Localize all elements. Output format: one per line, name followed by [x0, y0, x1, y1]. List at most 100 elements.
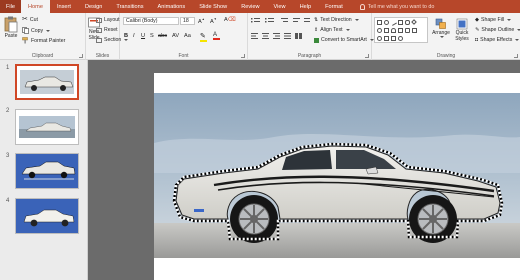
underline-button[interactable]: U [141, 33, 145, 39]
clear-formatting-icon[interactable]: A⌫ [224, 17, 236, 23]
shape-star[interactable] [412, 28, 417, 33]
shape-oval[interactable] [384, 20, 389, 25]
character-spacing-button[interactable]: AV [172, 33, 179, 39]
effects-icon: ◘ [475, 37, 479, 43]
tab-review[interactable]: Review [234, 0, 266, 13]
strikethrough-button[interactable]: abc [158, 33, 167, 39]
clipboard-group-label: Clipboard [31, 53, 54, 59]
format-painter-label: Format Painter [31, 37, 66, 44]
slide-number: 2 [6, 108, 10, 114]
shape-bracket[interactable] [391, 36, 396, 41]
tab-transitions[interactable]: Transitions [109, 0, 150, 13]
shape-rectangle[interactable] [377, 20, 382, 25]
slides-group: New Slide Layout Reset Section Slides [86, 13, 129, 60]
shape-callout[interactable] [405, 28, 410, 33]
italic-button[interactable]: I [133, 33, 135, 39]
quick-styles-icon [456, 18, 468, 30]
shape-diamond[interactable] [411, 19, 417, 25]
font-group: Calibri (Body) 18 A▲ A▼ A⌫ B I U S abc A… [120, 13, 248, 60]
shape-effects-button[interactable]: ◘ Shape Effects [475, 37, 520, 43]
slide-number: 4 [6, 198, 10, 204]
shadow-button[interactable]: S [150, 33, 154, 39]
shape-textbox[interactable] [398, 20, 403, 25]
tab-help[interactable]: Help [293, 0, 319, 13]
text-direction-button[interactable]: ⇅ Text Direction [314, 17, 359, 23]
quick-styles-button[interactable]: Quick Styles [452, 18, 472, 42]
list-buttons-icon[interactable] [251, 17, 311, 25]
highlight-color-button[interactable]: ✎ [200, 32, 207, 42]
lightbulb-icon [359, 3, 365, 10]
ribbon: Paste ✂ Cut Copy Format Painter Clipboar… [0, 13, 520, 60]
tab-view[interactable]: View [267, 0, 293, 13]
arrange-button[interactable]: Arrange [432, 18, 450, 38]
shape-smiley[interactable] [398, 36, 403, 41]
dialog-launcher-icon[interactable] [365, 54, 369, 58]
copy-button[interactable]: Copy [22, 27, 51, 34]
chevron-down-icon [345, 29, 350, 31]
align-text-label: Align Text [320, 27, 343, 33]
font-name-select[interactable]: Calibri (Body) [123, 17, 179, 25]
font-size-select[interactable]: 18 [180, 17, 195, 25]
bold-button[interactable]: B [124, 33, 128, 39]
shape-arc[interactable] [391, 28, 396, 33]
shape-fill-button[interactable]: ◆ Shape Fill [475, 17, 512, 23]
shape-curve[interactable] [377, 36, 382, 41]
car-photo[interactable] [154, 73, 520, 280]
tab-design[interactable]: Design [78, 0, 109, 13]
shape-square[interactable] [384, 28, 389, 33]
dialog-launcher-icon[interactable] [79, 54, 83, 58]
tab-insert[interactable]: Insert [50, 0, 78, 13]
tab-animations[interactable]: Animations [151, 0, 193, 13]
dialog-launcher-icon[interactable] [514, 54, 518, 58]
slide-thumbnail-1[interactable] [15, 64, 79, 100]
shape-rounded-rect[interactable] [405, 20, 410, 25]
paste-label: Paste [4, 33, 18, 39]
smartart-icon [314, 37, 319, 43]
change-case-button[interactable]: Aa [184, 33, 191, 39]
tell-me-search[interactable]: Tell me what you want to do [350, 0, 435, 13]
scissors-icon: ✂ [22, 16, 28, 23]
car-thumbnail-image [16, 110, 78, 144]
car-thumbnail-image [16, 199, 78, 233]
shape-outline-button[interactable]: ✎ Shape Outline [475, 27, 520, 33]
copy-icon [22, 27, 29, 34]
dialog-launcher-icon[interactable] [241, 54, 245, 58]
paragraph-group-label: Paragraph [297, 53, 322, 59]
paste-button[interactable]: Paste [2, 16, 20, 39]
slide-editing-canvas [89, 60, 520, 280]
align-text-button[interactable]: ⇕ Align Text [314, 27, 350, 33]
tab-home[interactable]: Home [21, 0, 50, 13]
slide-thumbnail-3[interactable] [15, 153, 79, 189]
slide-thumbnail-4[interactable] [15, 198, 79, 234]
chevron-down-icon [439, 36, 444, 38]
increase-font-size-button[interactable]: A▲ [198, 17, 205, 25]
tab-format[interactable]: Format [318, 0, 350, 13]
tab-file[interactable]: File [0, 0, 22, 13]
format-painter-button[interactable]: Format Painter [22, 37, 65, 44]
clipboard-group: Paste ✂ Cut Copy Format Painter Clipboar… [0, 13, 86, 60]
slide-thumbnails-pane: 1 2 3 4 [0, 60, 88, 280]
reset-button[interactable]: Reset [96, 27, 118, 33]
slide-thumbnail-2[interactable] [15, 109, 79, 145]
shape-arrow[interactable] [398, 28, 403, 33]
text-direction-label: Text Direction [320, 17, 352, 23]
decrease-font-size-button[interactable]: A▼ [210, 17, 217, 25]
tell-me-text: Tell me what you want to do [367, 3, 435, 10]
shape-line[interactable] [390, 19, 397, 26]
cut-button[interactable]: ✂ Cut [22, 16, 38, 23]
align-buttons-icon[interactable] [251, 33, 311, 41]
paragraph-group: ⇅ Text Direction ⇕ Align Text Convert to… [248, 13, 374, 60]
chevron-down-icon [507, 19, 512, 21]
tab-slideshow[interactable]: Slide Show [192, 0, 234, 13]
drawing-group-label: Drawing [436, 53, 456, 59]
copy-label: Copy [31, 27, 44, 34]
shapes-gallery[interactable] [374, 17, 428, 43]
shape-brace[interactable] [384, 36, 389, 41]
car-thumbnail-image [17, 66, 77, 98]
slide-number: 3 [6, 153, 10, 159]
shape-circle[interactable] [377, 28, 382, 33]
paste-icon [4, 16, 18, 33]
font-color-button[interactable]: A [213, 32, 220, 40]
convert-to-smartart-button[interactable]: Convert to SmartArt [314, 37, 374, 43]
current-slide[interactable] [154, 73, 520, 280]
